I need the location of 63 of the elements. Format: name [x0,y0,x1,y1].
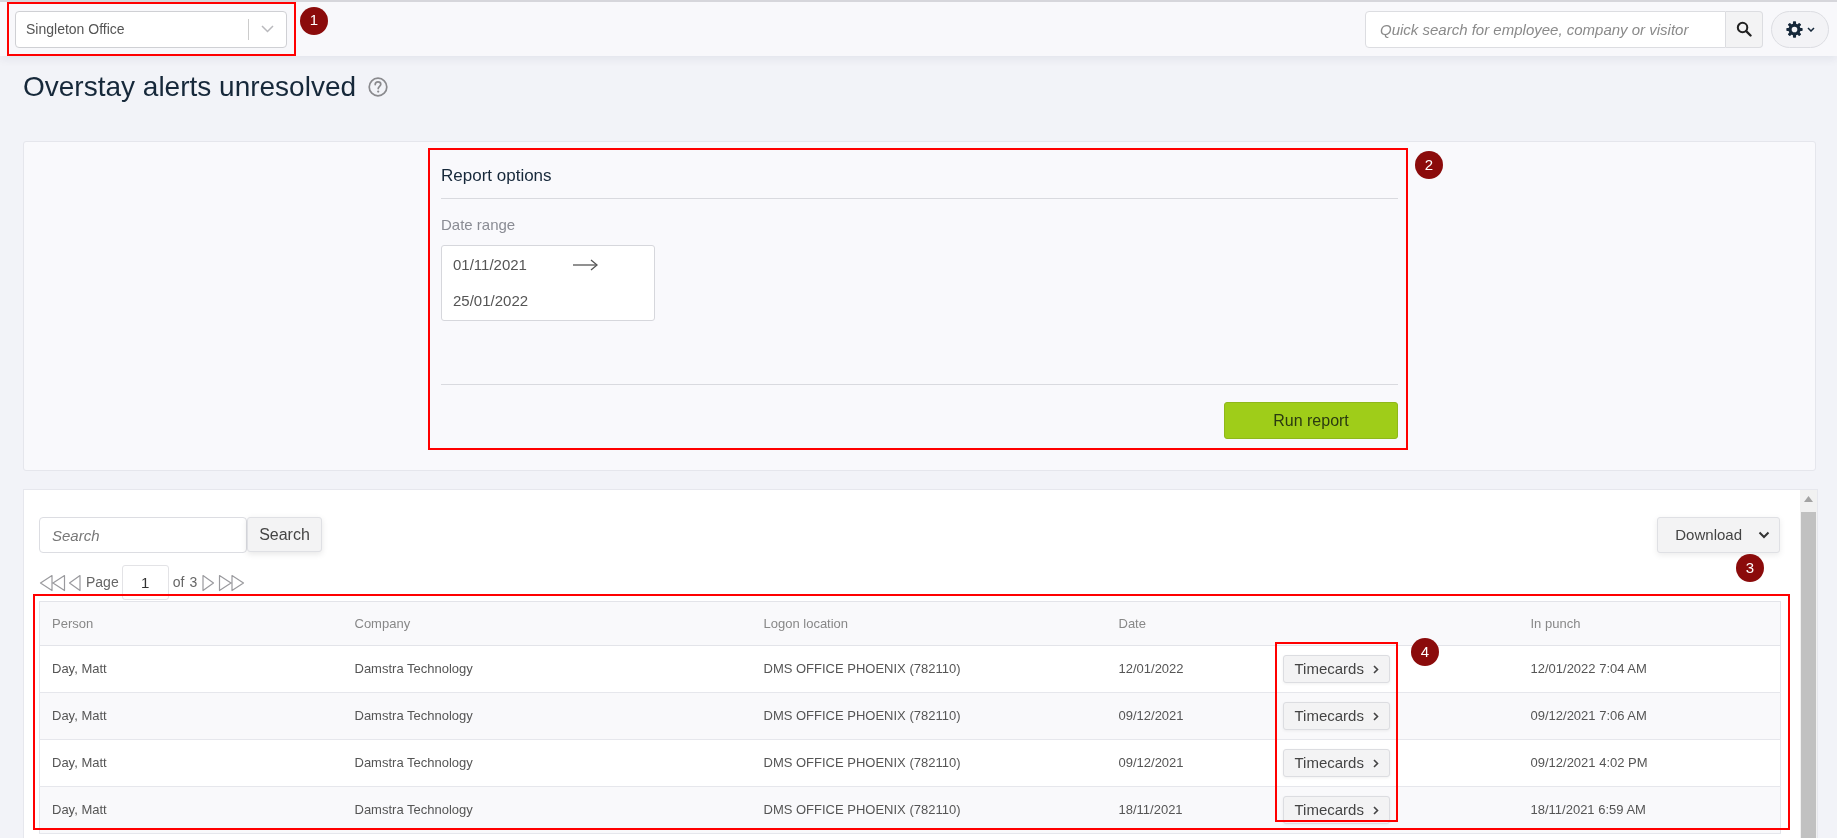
table-cell: DMS OFFICE PHOENIX (782110) [751,645,1107,693]
date-range-field[interactable]: 01/11/2021 25/01/2022 [441,245,655,321]
table-cell: DMS OFFICE PHOENIX (782110) [751,786,1107,834]
table-cell: 09/12/2021 7:06 AM [1518,692,1781,740]
column-header: Company [342,601,752,646]
page-number-field[interactable]: 1 [121,565,169,600]
arrow-right-icon [572,259,598,271]
help-icon[interactable] [368,77,389,97]
section-heading: Report options [441,165,553,187]
table-cell: 18/11/2021 [1106,786,1271,834]
page-title: Overstay alerts unresolved [23,70,357,104]
table-cell: DMS OFFICE PHOENIX (782110) [751,739,1107,787]
page-of-label: of [172,573,185,592]
search-button[interactable] [1726,10,1763,48]
table-cell: 12/01/2022 [1106,645,1271,693]
column-header: Person [39,601,343,646]
field-label: Date range [441,216,517,234]
chevron-down-icon [1806,26,1815,32]
run-report-button[interactable]: Run report [1224,402,1398,439]
page-label: Page [86,573,119,592]
triangle-left-icon[interactable] [68,573,81,592]
table-cell: DMS OFFICE PHOENIX (782110) [751,692,1107,740]
quick-search-field[interactable]: Quick search for employee, company or visitor [1365,10,1726,48]
table-cell: 12/01/2022 7:04 AM [1518,645,1781,693]
table-cell: Day, Matt [39,645,343,693]
chevron-right-icon [1372,711,1379,721]
timecards-button[interactable]: Timecards [1282,655,1390,683]
table-cell: 09/12/2021 4:02 PM [1518,739,1781,787]
table-cell: Damstra Technology [342,739,752,787]
scrollbar-thumb[interactable] [1801,512,1816,838]
search-button[interactable]: Search [247,517,322,552]
table-cell: 18/11/2021 6:59 AM [1518,786,1781,834]
timecards-button[interactable]: Timecards [1282,749,1390,777]
location-select[interactable]: Singleton Office [15,10,287,48]
chevron-down-icon [1758,531,1770,539]
table-cell: Day, Matt [39,692,343,740]
search-field[interactable]: Search [39,517,247,553]
column-header: Date [1106,601,1271,646]
search-icon [1736,21,1752,37]
column-header: Logon location [751,601,1107,646]
triangle-right-icon[interactable] [202,573,216,592]
table-cell: Damstra Technology [342,786,752,834]
table-cell: Day, Matt [39,739,343,787]
double-triangle-right-icon[interactable] [218,573,246,592]
table-cell: 09/12/2021 [1106,692,1271,740]
chevron-right-icon [1372,664,1379,674]
gear-icon [1785,20,1803,38]
table-cell: 09/12/2021 [1106,739,1271,787]
table-cell: Damstra Technology [342,692,752,740]
page-total: 3 [189,573,198,592]
download-button[interactable]: Download [1657,517,1780,553]
table-cell: Damstra Technology [342,645,752,693]
double-triangle-left-icon[interactable] [39,573,66,592]
chevron-right-icon [1372,805,1379,815]
timecards-button[interactable]: Timecards [1282,702,1390,730]
timecards-button[interactable]: Timecards [1282,796,1390,824]
scroll-up-arrow-icon[interactable] [1804,496,1813,502]
vertical-scrollbar[interactable] [1800,490,1817,838]
column-header: In punch [1518,601,1781,646]
chevron-right-icon [1372,758,1379,768]
table-cell: Day, Matt [39,786,343,834]
settings-button[interactable] [1771,10,1829,48]
chevron-down-icon [261,25,274,33]
